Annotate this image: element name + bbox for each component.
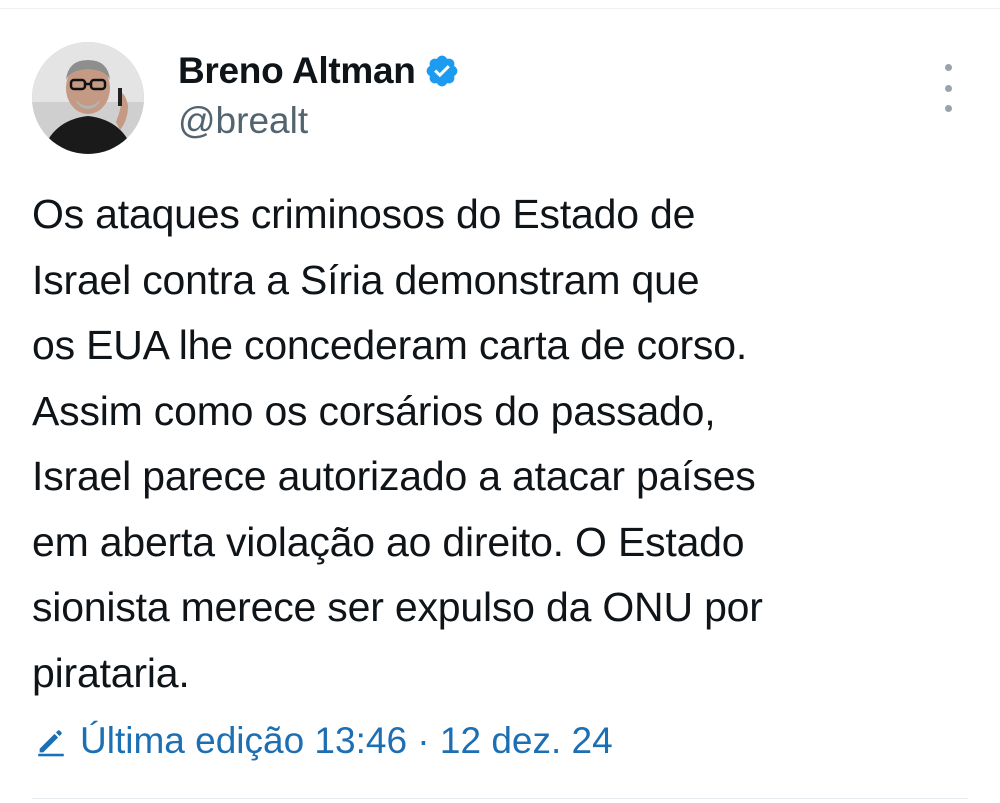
tweet-text-line: Israel contra a Síria demonstram que <box>32 256 700 303</box>
more-dot <box>944 84 952 92</box>
edit-timestamp[interactable]: Última edição 13:46 · 12 dez. 24 <box>80 720 613 762</box>
tweet-text-line: Os ataques criminosos do Estado de <box>32 191 696 237</box>
author-names: Breno Altman @brealt <box>178 48 460 142</box>
tweet-text-line: Assim como os corsários do passado, <box>32 387 716 434</box>
more-dot <box>944 64 952 71</box>
tweet-text-line: em aberta violação ao direito. O Estado <box>32 518 745 565</box>
verified-badge-icon[interactable] <box>424 53 460 89</box>
edit-history-link[interactable]: Última edição 13:46 · 12 dez. 24 <box>34 716 613 766</box>
tweet-card: Breno Altman @brealt Os ataques criminos… <box>0 0 1000 803</box>
tweet-text-line: os EUA lhe concederam carta de corso. <box>32 322 748 368</box>
bottom-divider <box>32 798 968 799</box>
tweet-text-line: Israel parece autorizado a atacar países <box>32 453 756 499</box>
display-name-row: Breno Altman <box>178 48 460 94</box>
tweet-text-line: sionista merece ser expulso da ONU por <box>32 584 763 630</box>
tweet-text: Os ataques criminosos do Estado de Israe… <box>32 182 972 706</box>
pencil-icon <box>34 724 68 758</box>
tweet-header: Breno Altman @brealt <box>32 40 968 160</box>
top-divider <box>0 8 1000 9</box>
avatar[interactable] <box>32 42 144 154</box>
more-options-icon[interactable] <box>936 64 960 112</box>
author-handle[interactable]: @brealt <box>178 100 460 142</box>
tweet-text-line: pirataria. <box>32 649 190 696</box>
more-dot <box>944 105 952 112</box>
display-name[interactable]: Breno Altman <box>178 50 416 92</box>
